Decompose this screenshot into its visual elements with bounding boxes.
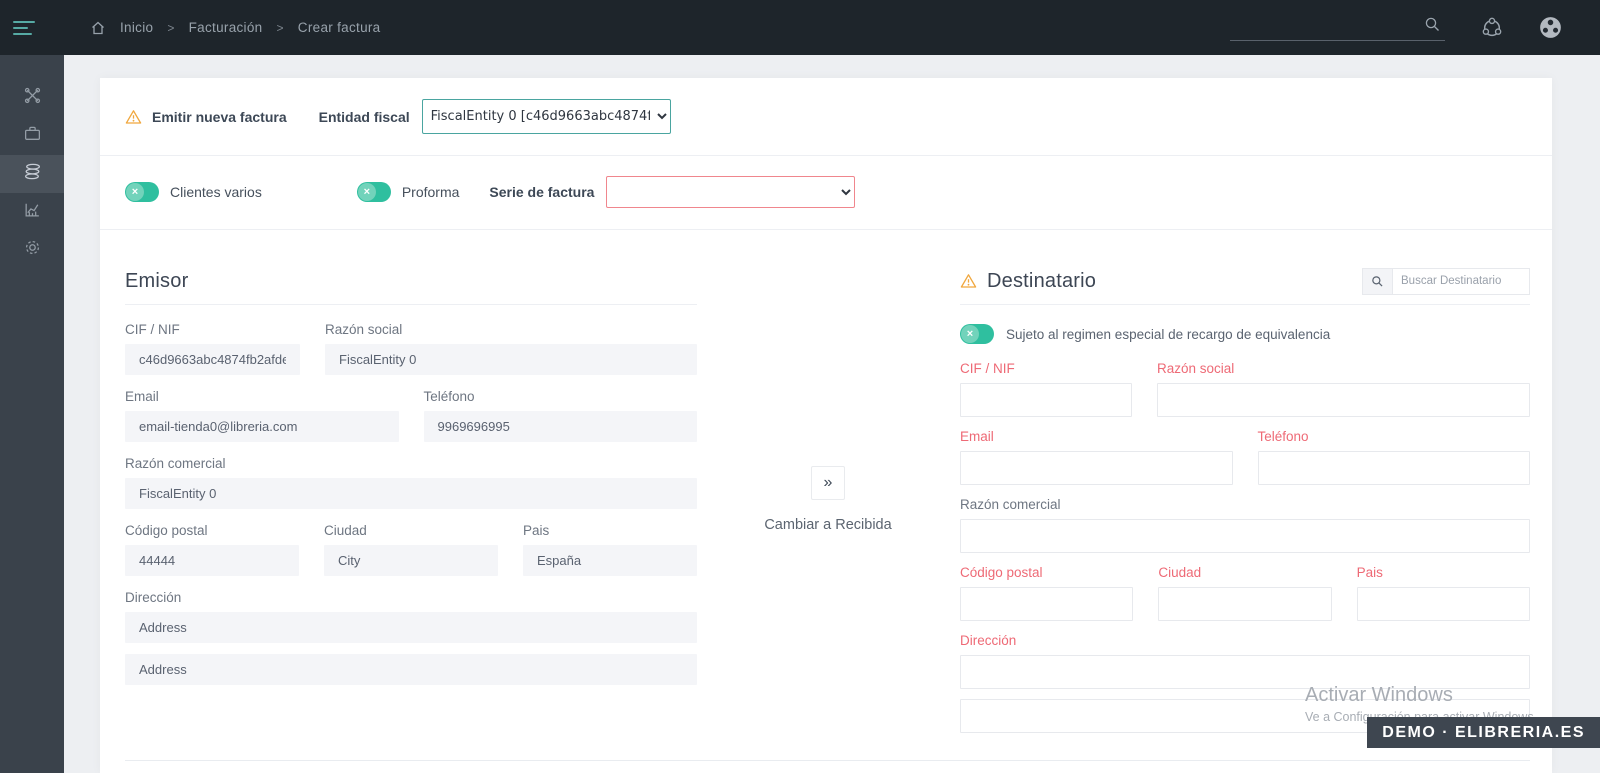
emisor-codigo-postal-input[interactable] (125, 545, 299, 576)
toggle-off-icon: × (126, 183, 144, 201)
search-icon (1425, 17, 1439, 31)
destinatario-search (1362, 267, 1530, 295)
warning-icon (125, 109, 142, 125)
serie-factura-label: Serie de factura (489, 184, 595, 200)
emisor-telefono-input[interactable] (423, 411, 697, 442)
emisor-column: Emisor CIF / NIF Razón social Email (125, 268, 697, 699)
proforma-label: Proforma (401, 184, 460, 200)
swap-direction-button[interactable]: » (811, 466, 845, 500)
emisor-codigo-postal-label: Código postal (125, 523, 208, 538)
emisor-razon-comercial-label: Razón comercial (125, 456, 226, 471)
emisor-ciudad-label: Ciudad (324, 523, 367, 538)
buscar-destinatario-input[interactable] (1393, 268, 1529, 294)
divider (960, 304, 1530, 305)
topbar-search-input[interactable] (1230, 14, 1445, 41)
divider (125, 304, 697, 305)
chart-icon (23, 200, 42, 224)
emisor-direccion-label: Dirección (125, 590, 182, 605)
dest-codigo-postal-label: Código postal (960, 565, 1043, 580)
topbar: Inicio > Facturación > Crear factura (0, 0, 1600, 55)
emisor-cif-input[interactable] (125, 344, 300, 375)
destinatario-column: Destinatario × Sujet (960, 267, 1530, 745)
dest-ciudad-label: Ciudad (1158, 565, 1202, 580)
emisor-razon-social-input[interactable] (325, 344, 697, 375)
emisor-razon-social-label: Razón social (325, 322, 403, 337)
invoice-options-bar: × Clientes varios × Proforma Serie de fa… (100, 156, 1552, 230)
dest-razon-comercial-label: Razón comercial (960, 497, 1061, 512)
recargo-equivalencia-toggle[interactable]: × (960, 324, 994, 344)
emisor-email-input[interactable] (125, 411, 399, 442)
dest-email-label: Email (960, 429, 994, 444)
briefcase-icon (23, 124, 42, 148)
globe-icon[interactable] (1539, 16, 1562, 39)
settings-gear-icon (23, 238, 42, 262)
nodes-network-icon (23, 86, 42, 110)
proforma-toggle[interactable]: × (356, 182, 391, 202)
emisor-direccion-input-2[interactable] (125, 654, 697, 685)
invoices-stack-icon (23, 162, 42, 186)
dest-cif-label: CIF / NIF (960, 361, 1015, 376)
sidebar-item-settings[interactable] (0, 231, 64, 269)
breadcrumb: Inicio > Facturación > Crear factura (90, 20, 380, 36)
dest-razon-comercial-input[interactable] (960, 519, 1530, 553)
emisor-pais-label: Pais (523, 523, 550, 538)
double-chevron-right-icon: » (823, 474, 833, 491)
emisor-telefono-label: Teléfono (423, 389, 475, 404)
recargo-equivalencia-label: Sujeto al regimen especial de recargo de… (1006, 326, 1331, 342)
emisor-ciudad-input[interactable] (324, 545, 498, 576)
entidad-fiscal-select[interactable]: FiscalEntity 0 [c46d9663abc4874fb2afde14… (421, 99, 671, 134)
emisor-title: Emisor (125, 269, 189, 292)
sidebar (0, 55, 64, 773)
emisor-pais-input[interactable] (523, 545, 697, 576)
warning-icon (960, 273, 977, 289)
sidebar-item-invoices[interactable] (0, 155, 64, 193)
dest-razon-social-input[interactable] (1157, 383, 1530, 417)
page: Inicio > Facturación > Crear factura Emi… (0, 0, 1600, 773)
emisor-email-label: Email (125, 389, 159, 404)
invoice-card: Emitir nueva factura Entidad fiscal Fisc… (100, 78, 1552, 773)
clientes-varios-label: Clientes varios (170, 184, 262, 200)
emit-invoice-bar: Emitir nueva factura Entidad fiscal Fisc… (100, 78, 1552, 156)
dest-direccion-label: Dirección (960, 633, 1017, 648)
breadcrumb-item-facturacion[interactable]: Facturación (189, 20, 263, 35)
emisor-direccion-input-1[interactable] (125, 612, 697, 643)
dest-telefono-input[interactable] (1257, 451, 1530, 485)
sidebar-item-reports[interactable] (0, 193, 64, 231)
entidad-fiscal-label: Entidad fiscal (318, 108, 410, 125)
breadcrumb-separator: > (276, 20, 284, 35)
clientes-varios-toggle[interactable]: × (125, 182, 159, 202)
cambiar-a-recibida-label[interactable]: Cambiar a Recibida (753, 517, 903, 533)
sidebar-item-network[interactable] (0, 79, 64, 117)
toggle-off-icon: × (961, 325, 979, 343)
topbar-right (1230, 14, 1600, 41)
breadcrumb-separator: > (167, 20, 175, 35)
menu-icon[interactable] (0, 0, 64, 55)
divider (125, 760, 1530, 761)
swap-direction: » Cambiar a Recibida (753, 466, 903, 533)
serie-factura-select[interactable] (606, 176, 856, 208)
dest-pais-label: Pais (1356, 565, 1383, 580)
sidebar-item-briefcase[interactable] (0, 117, 64, 155)
destinatario-title: Destinatario (987, 269, 1097, 292)
dest-razon-social-label: Razón social (1157, 361, 1235, 376)
dest-ciudad-input[interactable] (1158, 587, 1332, 621)
dest-codigo-postal-input[interactable] (960, 587, 1134, 621)
topbar-search (1230, 14, 1445, 41)
emisor-razon-comercial-input[interactable] (125, 478, 697, 509)
dest-pais-input[interactable] (1356, 587, 1530, 621)
toggle-off-icon: × (357, 183, 376, 201)
emit-invoice-title: Emitir nueva factura (152, 108, 287, 125)
dest-telefono-label: Teléfono (1257, 429, 1309, 444)
demo-badge: DEMO · ELIBRERIA.ES (1367, 717, 1600, 748)
dest-cif-input[interactable] (960, 383, 1132, 417)
dest-email-input[interactable] (960, 451, 1233, 485)
share-network-icon[interactable] (1481, 17, 1503, 39)
search-icon (1363, 268, 1393, 294)
home-icon[interactable] (90, 20, 106, 36)
activate-windows-title: Activar Windows (1305, 684, 1453, 706)
breadcrumb-item-inicio[interactable]: Inicio (120, 20, 153, 35)
breadcrumb-item-crear-factura: Crear factura (297, 20, 381, 35)
emisor-cif-label: CIF / NIF (125, 322, 180, 337)
